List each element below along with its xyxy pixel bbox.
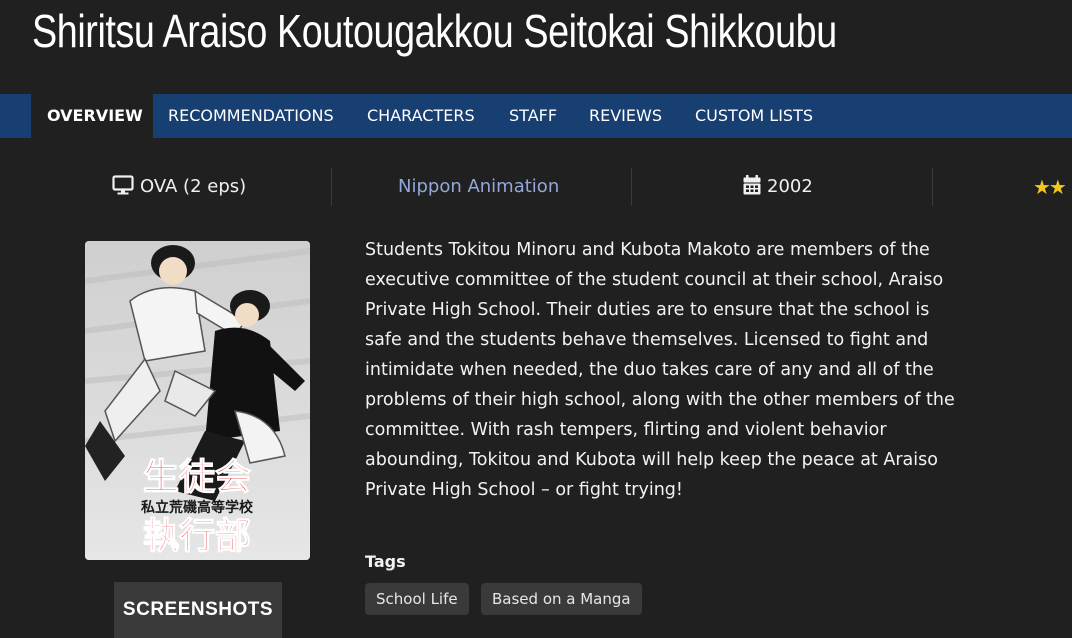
format-info: OVA (2 eps) xyxy=(112,168,246,206)
tab-characters[interactable]: CHARACTERS xyxy=(367,94,475,138)
tab-bar: OVERVIEW RECOMMENDATIONS CHARACTERS STAF… xyxy=(0,94,1072,138)
poster-subtitle: 私立荒磯高等学校 xyxy=(141,499,254,516)
poster-title-line1: 生徒会 xyxy=(143,457,251,498)
monitor-icon xyxy=(112,175,134,195)
tag-school-life[interactable]: School Life xyxy=(365,583,469,615)
cover-artwork: 生徒会 私立荒磯高等学校 執行部 xyxy=(85,241,310,560)
year-info: 2002 xyxy=(743,168,813,206)
info-divider xyxy=(932,168,933,206)
tab-staff[interactable]: STAFF xyxy=(509,94,557,138)
studio-link[interactable]: Nippon Animation xyxy=(398,168,559,206)
format-text: OVA (2 eps) xyxy=(140,176,247,197)
synopsis-text: Students Tokitou Minoru and Kubota Makot… xyxy=(365,240,955,500)
tab-overview[interactable]: OVERVIEW xyxy=(31,94,153,138)
tab-recommendations[interactable]: RECOMMENDATIONS xyxy=(168,94,334,138)
tags-heading: Tags xyxy=(365,552,406,571)
info-divider xyxy=(331,168,332,206)
tab-custom-lists[interactable]: CUSTOM LISTS xyxy=(695,94,813,138)
tab-reviews[interactable]: REVIEWS xyxy=(589,94,662,138)
tag-based-on-manga[interactable]: Based on a Manga xyxy=(481,583,642,615)
cover-image[interactable]: 生徒会 私立荒磯高等学校 執行部 xyxy=(85,241,310,560)
screenshots-button[interactable]: SCREENSHOTS xyxy=(114,582,282,638)
poster-title-line2: 執行部 xyxy=(143,516,251,557)
rating-stars: ★★ xyxy=(1033,175,1067,199)
calendar-icon xyxy=(743,175,761,195)
page-title: Shiritsu Araiso Koutougakkou Seitokai Sh… xyxy=(32,5,837,57)
info-row: OVA (2 eps) Nippon Animation 2002 ★★ xyxy=(0,168,1072,206)
info-divider xyxy=(631,168,632,206)
year-text: 2002 xyxy=(767,176,813,197)
